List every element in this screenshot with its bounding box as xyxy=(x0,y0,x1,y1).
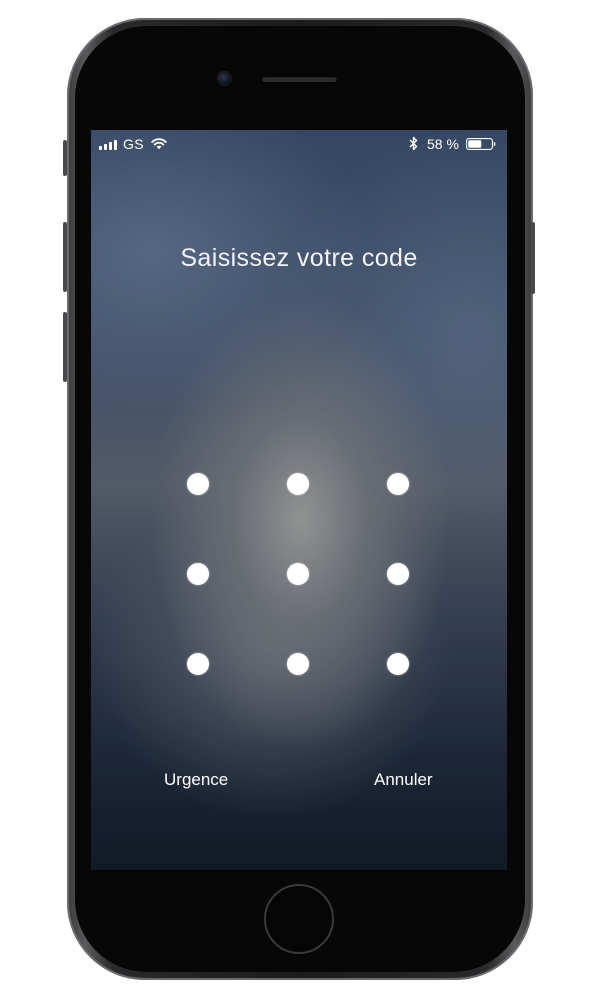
lock-screen: GS 58 % Saisissez votre code Urgence Ann… xyxy=(91,130,507,870)
cancel-button[interactable]: Annuler xyxy=(374,770,433,790)
battery-percentage: 58 % xyxy=(427,136,459,152)
pattern-dot-4[interactable] xyxy=(187,563,209,585)
power-button xyxy=(531,222,535,294)
wallpaper-overlay xyxy=(91,130,507,870)
front-camera xyxy=(218,72,231,85)
pattern-dot-9[interactable] xyxy=(387,653,409,675)
pattern-dot-1[interactable] xyxy=(187,473,209,495)
pattern-dot-8[interactable] xyxy=(287,653,309,675)
pattern-dot-5[interactable] xyxy=(287,563,309,585)
pattern-dot-2[interactable] xyxy=(287,473,309,495)
passcode-prompt: Saisissez votre code xyxy=(180,244,418,272)
carrier-name: GS xyxy=(123,136,144,152)
mute-switch xyxy=(63,140,67,176)
pattern-dot-3[interactable] xyxy=(387,473,409,495)
bluetooth-icon xyxy=(409,136,418,151)
volume-down-button xyxy=(63,312,67,382)
status-bar: GS 58 % xyxy=(91,130,507,158)
pattern-dot-6[interactable] xyxy=(387,563,409,585)
pattern-dot-7[interactable] xyxy=(187,653,209,675)
emergency-button[interactable]: Urgence xyxy=(164,770,228,790)
battery-icon xyxy=(466,138,496,150)
volume-up-button xyxy=(63,222,67,292)
wifi-icon xyxy=(151,138,167,150)
earpiece-speaker xyxy=(262,76,337,82)
home-button[interactable] xyxy=(264,884,334,954)
signal-icon xyxy=(99,139,117,150)
